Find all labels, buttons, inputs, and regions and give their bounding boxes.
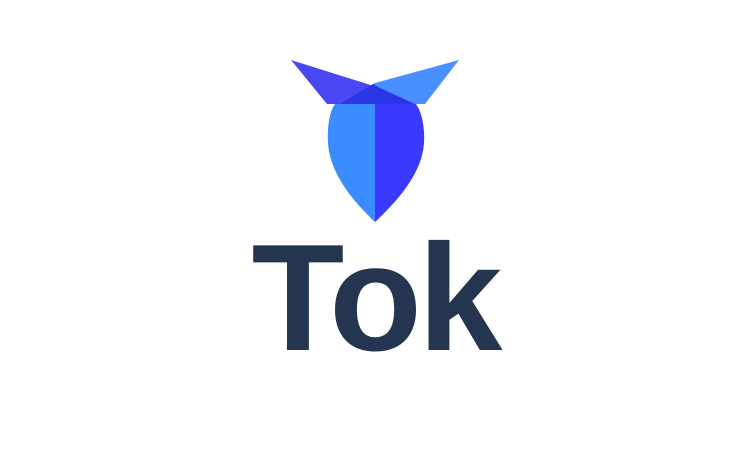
logo-body-right <box>375 104 425 222</box>
brand-wordmark: Tok <box>251 213 503 383</box>
logo-canvas: Tok <box>0 0 750 450</box>
tok-bird-logo-icon <box>291 60 459 222</box>
logo-body-left <box>327 104 375 222</box>
